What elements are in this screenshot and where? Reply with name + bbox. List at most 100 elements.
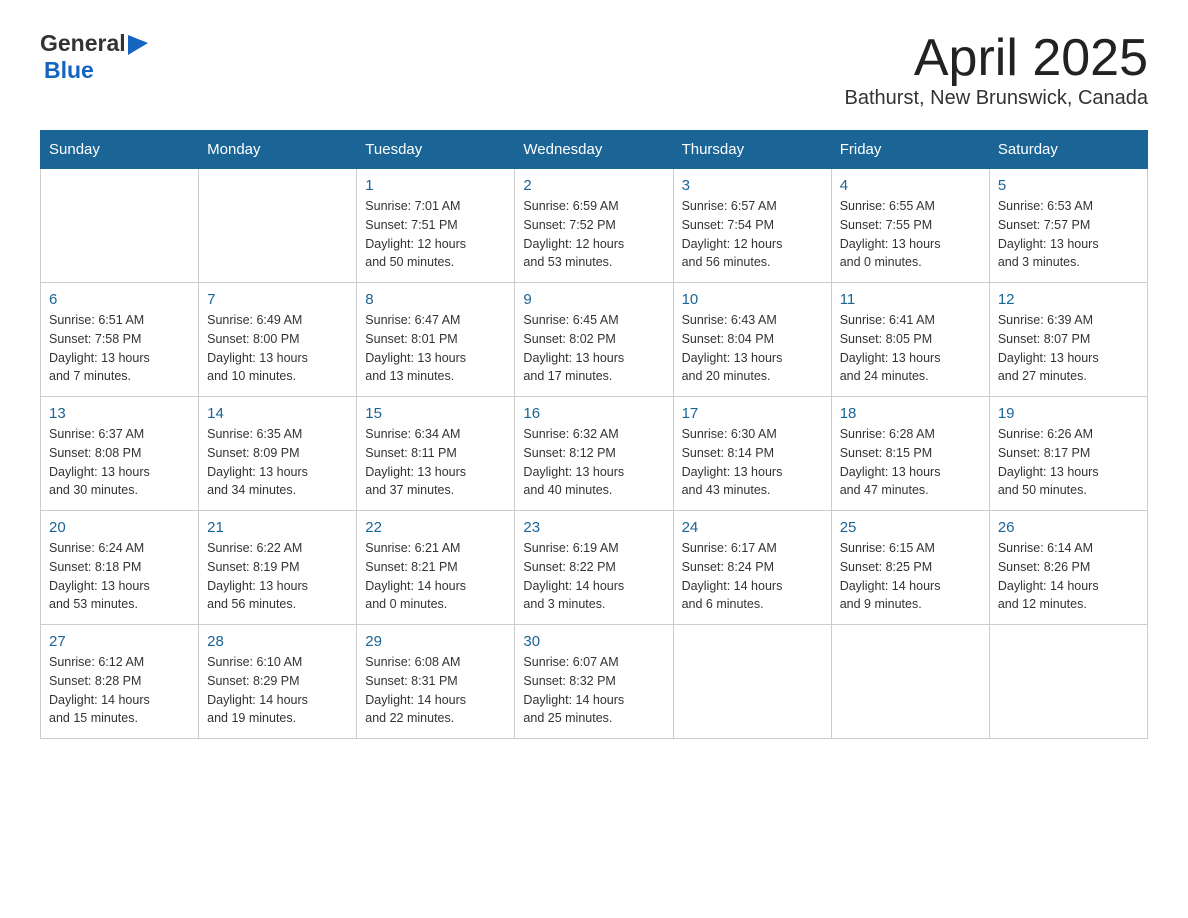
day-info: Sunrise: 6:28 AM Sunset: 8:15 PM Dayligh… — [840, 425, 981, 500]
day-info: Sunrise: 6:32 AM Sunset: 8:12 PM Dayligh… — [523, 425, 664, 500]
calendar-title: April 2025 — [845, 30, 1148, 87]
calendar-cell: 30 Sunrise: 6:07 AM Sunset: 8:32 PM Dayli… — [515, 625, 673, 739]
day-info: Sunrise: 6:43 AM Sunset: 8:04 PM Dayligh… — [682, 311, 823, 386]
day-info: Sunrise: 6:08 AM Sunset: 8:31 PM Dayligh… — [365, 653, 506, 728]
day-number: 20 — [49, 519, 190, 536]
calendar-cell: 2 Sunrise: 6:59 AM Sunset: 7:52 PM Daylig… — [515, 169, 673, 283]
calendar-week-row: 1 Sunrise: 7:01 AM Sunset: 7:51 PM Daylig… — [41, 169, 1148, 283]
day-info: Sunrise: 6:34 AM Sunset: 8:11 PM Dayligh… — [365, 425, 506, 500]
day-info: Sunrise: 6:41 AM Sunset: 8:05 PM Dayligh… — [840, 311, 981, 386]
calendar-week-row: 6 Sunrise: 6:51 AM Sunset: 7:58 PM Daylig… — [41, 283, 1148, 397]
calendar-cell: 7 Sunrise: 6:49 AM Sunset: 8:00 PM Daylig… — [199, 283, 357, 397]
day-info: Sunrise: 6:24 AM Sunset: 8:18 PM Dayligh… — [49, 539, 190, 614]
calendar-cell: 28 Sunrise: 6:10 AM Sunset: 8:29 PM Dayli… — [199, 625, 357, 739]
day-info: Sunrise: 6:51 AM Sunset: 7:58 PM Dayligh… — [49, 311, 190, 386]
calendar-week-row: 13 Sunrise: 6:37 AM Sunset: 8:08 PM Dayli… — [41, 397, 1148, 511]
day-info: Sunrise: 6:53 AM Sunset: 7:57 PM Dayligh… — [998, 197, 1139, 272]
calendar-cell: 9 Sunrise: 6:45 AM Sunset: 8:02 PM Daylig… — [515, 283, 673, 397]
day-number: 8 — [365, 291, 506, 308]
calendar-cell: 29 Sunrise: 6:08 AM Sunset: 8:31 PM Dayli… — [357, 625, 515, 739]
calendar-cell: 11Sunrise: 6:41 AM Sunset: 8:05 PM Dayli… — [831, 283, 989, 397]
day-of-week-header: Tuesday — [357, 131, 515, 169]
calendar-cell: 18 Sunrise: 6:28 AM Sunset: 8:15 PM Dayli… — [831, 397, 989, 511]
calendar-cell: 1 Sunrise: 7:01 AM Sunset: 7:51 PM Daylig… — [357, 169, 515, 283]
calendar-cell: 15 Sunrise: 6:34 AM Sunset: 8:11 PM Dayli… — [357, 397, 515, 511]
calendar-cell: 24 Sunrise: 6:17 AM Sunset: 8:24 PM Dayli… — [673, 511, 831, 625]
day-number: 10 — [682, 291, 823, 308]
calendar-cell: 27Sunrise: 6:12 AM Sunset: 8:28 PM Dayli… — [41, 625, 199, 739]
day-number: 9 — [523, 291, 664, 308]
day-info: Sunrise: 6:14 AM Sunset: 8:26 PM Dayligh… — [998, 539, 1139, 614]
calendar-cell: 8 Sunrise: 6:47 AM Sunset: 8:01 PM Daylig… — [357, 283, 515, 397]
day-info: Sunrise: 6:45 AM Sunset: 8:02 PM Dayligh… — [523, 311, 664, 386]
day-number: 16 — [523, 405, 664, 422]
calendar-week-row: 27Sunrise: 6:12 AM Sunset: 8:28 PM Dayli… — [41, 625, 1148, 739]
day-number: 28 — [207, 633, 348, 650]
calendar-cell: 26 Sunrise: 6:14 AM Sunset: 8:26 PM Dayli… — [989, 511, 1147, 625]
day-info: Sunrise: 6:57 AM Sunset: 7:54 PM Dayligh… — [682, 197, 823, 272]
day-info: Sunrise: 6:21 AM Sunset: 8:21 PM Dayligh… — [365, 539, 506, 614]
calendar-cell — [199, 169, 357, 283]
calendar-cell — [989, 625, 1147, 739]
calendar-cell: 25Sunrise: 6:15 AM Sunset: 8:25 PM Dayli… — [831, 511, 989, 625]
day-number: 17 — [682, 405, 823, 422]
calendar-cell — [673, 625, 831, 739]
day-info: Sunrise: 6:59 AM Sunset: 7:52 PM Dayligh… — [523, 197, 664, 272]
day-info: Sunrise: 6:26 AM Sunset: 8:17 PM Dayligh… — [998, 425, 1139, 500]
day-number: 21 — [207, 519, 348, 536]
day-number: 30 — [523, 633, 664, 650]
day-info: Sunrise: 7:01 AM Sunset: 7:51 PM Dayligh… — [365, 197, 506, 272]
calendar-cell: 20 Sunrise: 6:24 AM Sunset: 8:18 PM Dayli… — [41, 511, 199, 625]
day-number: 7 — [207, 291, 348, 308]
day-number: 22 — [365, 519, 506, 536]
day-of-week-header: Wednesday — [515, 131, 673, 169]
day-info: Sunrise: 6:19 AM Sunset: 8:22 PM Dayligh… — [523, 539, 664, 614]
day-info: Sunrise: 6:55 AM Sunset: 7:55 PM Dayligh… — [840, 197, 981, 272]
day-info: Sunrise: 6:10 AM Sunset: 8:29 PM Dayligh… — [207, 653, 348, 728]
logo-blue-text: Blue — [44, 57, 94, 84]
calendar-cell: 12 Sunrise: 6:39 AM Sunset: 8:07 PM Dayli… — [989, 283, 1147, 397]
calendar-cell: 13 Sunrise: 6:37 AM Sunset: 8:08 PM Dayli… — [41, 397, 199, 511]
day-number: 18 — [840, 405, 981, 422]
day-info: Sunrise: 6:37 AM Sunset: 8:08 PM Dayligh… — [49, 425, 190, 500]
day-number: 13 — [49, 405, 190, 422]
day-number: 15 — [365, 405, 506, 422]
day-number: 4 — [840, 177, 981, 194]
calendar-table: SundayMondayTuesdayWednesdayThursdayFrid… — [40, 130, 1148, 739]
logo-triangle-icon — [128, 35, 148, 55]
day-number: 29 — [365, 633, 506, 650]
day-info: Sunrise: 6:35 AM Sunset: 8:09 PM Dayligh… — [207, 425, 348, 500]
day-number: 12 — [998, 291, 1139, 308]
day-info: Sunrise: 6:49 AM Sunset: 8:00 PM Dayligh… — [207, 311, 348, 386]
day-number: 24 — [682, 519, 823, 536]
calendar-header: SundayMondayTuesdayWednesdayThursdayFrid… — [41, 131, 1148, 169]
calendar-body: 1 Sunrise: 7:01 AM Sunset: 7:51 PM Daylig… — [41, 169, 1148, 739]
day-of-week-header: Thursday — [673, 131, 831, 169]
day-of-week-header: Friday — [831, 131, 989, 169]
calendar-cell: 23 Sunrise: 6:19 AM Sunset: 8:22 PM Dayli… — [515, 511, 673, 625]
day-number: 6 — [49, 291, 190, 308]
day-info: Sunrise: 6:47 AM Sunset: 8:01 PM Dayligh… — [365, 311, 506, 386]
day-number: 27 — [49, 633, 190, 650]
calendar-cell: 5 Sunrise: 6:53 AM Sunset: 7:57 PM Daylig… — [989, 169, 1147, 283]
day-info: Sunrise: 6:17 AM Sunset: 8:24 PM Dayligh… — [682, 539, 823, 614]
day-info: Sunrise: 6:07 AM Sunset: 8:32 PM Dayligh… — [523, 653, 664, 728]
day-number: 23 — [523, 519, 664, 536]
day-number: 3 — [682, 177, 823, 194]
day-number: 26 — [998, 519, 1139, 536]
day-info: Sunrise: 6:39 AM Sunset: 8:07 PM Dayligh… — [998, 311, 1139, 386]
calendar-cell: 3 Sunrise: 6:57 AM Sunset: 7:54 PM Daylig… — [673, 169, 831, 283]
calendar-cell — [41, 169, 199, 283]
day-number: 2 — [523, 177, 664, 194]
days-of-week-row: SundayMondayTuesdayWednesdayThursdayFrid… — [41, 131, 1148, 169]
day-number: 5 — [998, 177, 1139, 194]
calendar-cell: 22 Sunrise: 6:21 AM Sunset: 8:21 PM Dayli… — [357, 511, 515, 625]
calendar-cell: 17Sunrise: 6:30 AM Sunset: 8:14 PM Dayli… — [673, 397, 831, 511]
day-of-week-header: Monday — [199, 131, 357, 169]
logo-general-text: General — [40, 30, 126, 57]
page-header: General Blue April 2025 Bathurst, New Br… — [40, 30, 1148, 110]
logo: General Blue — [40, 30, 148, 84]
day-number: 1 — [365, 177, 506, 194]
day-of-week-header: Saturday — [989, 131, 1147, 169]
calendar-cell: 4 Sunrise: 6:55 AM Sunset: 7:55 PM Daylig… — [831, 169, 989, 283]
